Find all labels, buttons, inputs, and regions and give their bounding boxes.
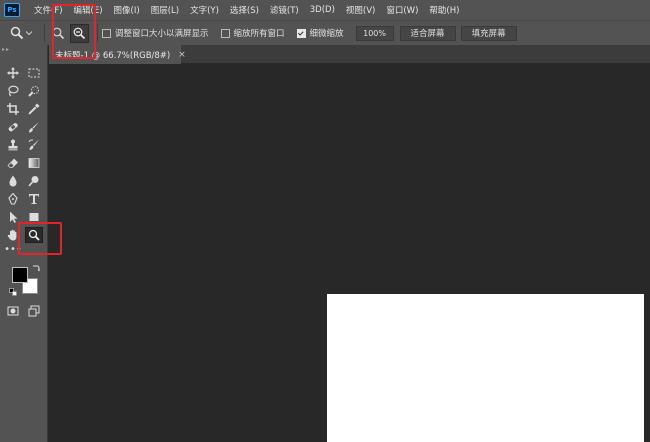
move-icon xyxy=(7,67,19,79)
stamp-icon xyxy=(8,139,18,151)
resize-windows-checkbox[interactable] xyxy=(102,28,111,38)
eyedropper-tool[interactable] xyxy=(25,101,43,117)
history-brush-tool[interactable] xyxy=(25,137,43,153)
menu-image[interactable]: 图像(I) xyxy=(114,4,140,16)
quick-mask-button[interactable] xyxy=(4,303,22,319)
zoom-all-option[interactable]: 缩放所有窗口 xyxy=(220,27,285,39)
menu-view[interactable]: 视图(V) xyxy=(346,4,375,16)
quick-selection-icon xyxy=(28,86,39,97)
brush-tool[interactable] xyxy=(25,119,43,135)
default-colors-icon[interactable] xyxy=(9,288,17,296)
options-bar: 调整窗口大小以满屏显示 缩放所有窗口 细微缩放 100% 适合屏幕 填充屏幕 xyxy=(0,20,650,45)
menu-3d[interactable]: 3D(D) xyxy=(310,5,335,15)
scrubby-zoom-label: 细微缩放 xyxy=(309,29,344,39)
document-tab-bar: 未标题-1 @ 66.7%(RGB/8#) × xyxy=(49,45,650,64)
scrubby-zoom-checkbox[interactable] xyxy=(296,28,306,38)
eraser-tool[interactable] xyxy=(4,155,22,171)
document-canvas[interactable] xyxy=(327,294,644,442)
zoom-percent-button[interactable]: 100% xyxy=(355,25,394,41)
eraser-icon xyxy=(7,158,18,168)
healing-brush-tool[interactable] xyxy=(4,119,22,135)
panel-grip-icon[interactable]: ▸▸ xyxy=(2,46,10,53)
droplet-icon xyxy=(9,175,17,187)
highlight-zoom-out-option xyxy=(52,4,96,59)
lasso-icon xyxy=(8,85,19,97)
zoom-tool-icon xyxy=(10,26,24,40)
crop-tool[interactable] xyxy=(4,101,22,117)
resize-windows-option[interactable]: 调整窗口大小以满屏显示 xyxy=(102,27,209,39)
pen-icon xyxy=(8,193,18,205)
move-tool[interactable] xyxy=(4,65,22,81)
screen-mode-button[interactable] xyxy=(25,303,43,319)
type-icon xyxy=(29,194,39,204)
divider xyxy=(44,24,45,42)
gradient-icon xyxy=(28,158,40,168)
divider xyxy=(97,24,98,42)
foreground-color-swatch[interactable] xyxy=(12,267,28,283)
menu-bar: Ps 文件(F) 编辑(E) 图像(I) 图层(L) 文字(Y) 选择(S) 滤… xyxy=(0,0,650,20)
blur-tool[interactable] xyxy=(4,173,22,189)
menu-help[interactable]: 帮助(H) xyxy=(429,4,459,16)
dodge-tool[interactable] xyxy=(25,173,43,189)
history-brush-icon xyxy=(28,139,39,150)
gradient-tool[interactable] xyxy=(25,155,43,171)
resize-windows-label: 调整窗口大小以满屏显示 xyxy=(115,29,209,39)
quick-mask-icon xyxy=(7,306,19,316)
swap-colors-icon[interactable] xyxy=(32,264,40,272)
highlight-zoom-tool xyxy=(18,222,62,255)
fill-screen-button[interactable]: 填充屏幕 xyxy=(460,25,517,41)
type-tool[interactable] xyxy=(25,191,43,207)
arrow-cursor-icon xyxy=(10,211,18,223)
brush-icon xyxy=(29,122,39,133)
scrubby-zoom-option[interactable]: 细微缩放 xyxy=(296,27,344,39)
fit-screen-button[interactable]: 适合屏幕 xyxy=(399,25,456,41)
zoom-all-checkbox[interactable] xyxy=(220,28,230,38)
menu-filter[interactable]: 滤镜(T) xyxy=(270,4,299,16)
bandage-icon xyxy=(8,123,18,132)
lasso-tool[interactable] xyxy=(4,83,22,99)
screen-mode-icon xyxy=(28,305,40,317)
marquee-tool[interactable] xyxy=(25,65,43,81)
menu-select[interactable]: 选择(S) xyxy=(230,4,259,16)
pen-tool[interactable] xyxy=(4,191,22,207)
clone-stamp-tool[interactable] xyxy=(4,137,22,153)
crop-icon xyxy=(7,103,19,115)
menu-type[interactable]: 文字(Y) xyxy=(190,4,219,16)
quick-selection-tool[interactable] xyxy=(25,83,43,99)
menu-window[interactable]: 窗口(W) xyxy=(386,4,418,16)
photoshop-logo-icon: Ps xyxy=(4,3,20,17)
eyedropper-icon xyxy=(28,103,40,115)
close-icon[interactable]: × xyxy=(178,50,186,60)
dodge-icon xyxy=(28,176,39,187)
rectangular-marquee-icon xyxy=(28,68,40,78)
tool-preset-picker[interactable] xyxy=(10,26,38,40)
chevron-down-icon xyxy=(26,31,32,36)
menu-layer[interactable]: 图层(L) xyxy=(151,4,179,16)
zoom-all-label: 缩放所有窗口 xyxy=(233,29,285,39)
